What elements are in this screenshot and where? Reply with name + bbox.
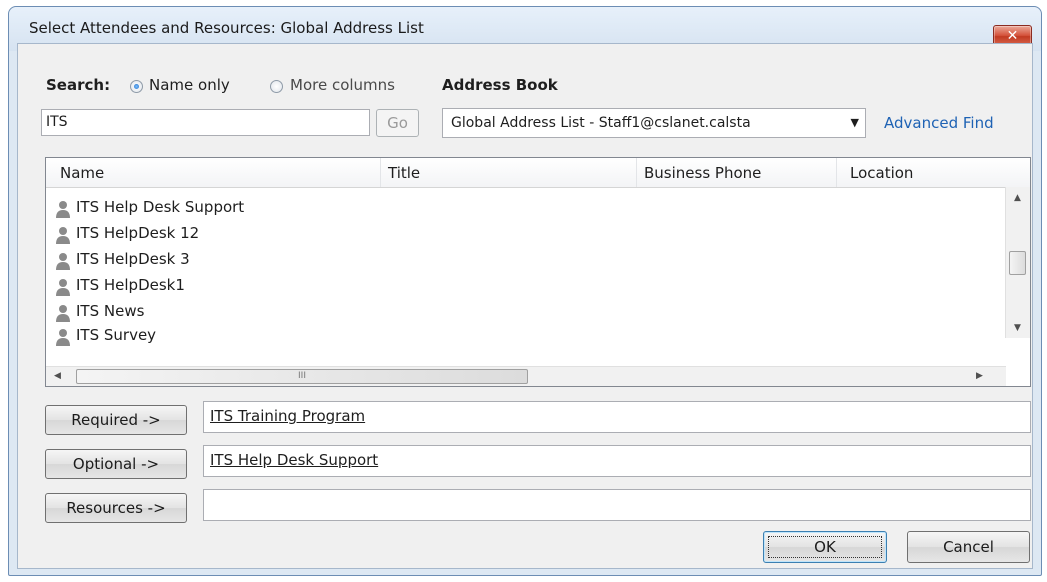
dialog-window: Select Attendees and Resources: Global A… [8, 6, 1042, 576]
close-icon: ✕ [1006, 28, 1019, 44]
person-icon [56, 329, 70, 346]
resources-field[interactable] [203, 489, 1031, 521]
more-columns-label[interactable]: More columns [290, 76, 395, 94]
list-item-name: ITS HelpDesk 12 [76, 224, 200, 242]
name-only-radio[interactable] [130, 80, 143, 93]
person-icon [56, 305, 70, 322]
required-attendee[interactable]: ITS Training Program [210, 407, 365, 425]
more-columns-radio[interactable] [270, 80, 283, 93]
chevron-down-icon: ▼ [850, 116, 859, 129]
scroll-right-icon[interactable]: ▶ [976, 371, 983, 381]
optional-attendee[interactable]: ITS Help Desk Support [210, 451, 378, 469]
optional-field[interactable]: ITS Help Desk Support [203, 445, 1031, 477]
scroll-left-icon[interactable]: ◀ [54, 371, 61, 381]
scroll-up-icon[interactable]: ▲ [1014, 193, 1021, 203]
search-input[interactable]: ITS [41, 109, 370, 136]
list-item-name: ITS HelpDesk1 [76, 276, 185, 294]
cancel-button[interactable]: Cancel [907, 531, 1030, 563]
resources-button[interactable]: Resources -> [45, 493, 187, 523]
address-book-label: Address Book [442, 76, 558, 94]
ok-button[interactable]: OK [763, 531, 887, 563]
name-only-label[interactable]: Name only [149, 76, 230, 94]
column-header-name[interactable]: Name [60, 164, 104, 182]
address-book-select[interactable]: Global Address List - Staff1@cslanet.cal… [442, 108, 866, 138]
address-book-value: Global Address List - Staff1@cslanet.cal… [451, 115, 751, 131]
vertical-scroll-thumb[interactable] [1009, 251, 1026, 275]
person-icon [56, 253, 70, 270]
vertical-scrollbar[interactable]: ▲ ▼ [1005, 187, 1030, 338]
dialog-body: Search: Name only More columns Address B… [17, 43, 1033, 569]
list-header: Name Title Business Phone Location [46, 158, 1030, 188]
person-icon [56, 201, 70, 218]
horizontal-scrollbar[interactable]: ◀ III ▶ [46, 366, 1006, 386]
person-icon [56, 227, 70, 244]
scroll-down-icon[interactable]: ▼ [1014, 323, 1021, 333]
search-label: Search: [46, 76, 111, 94]
go-button[interactable]: Go [376, 109, 419, 137]
advanced-find-link[interactable]: Advanced Find [884, 114, 994, 132]
list-item-name: ITS Survey [76, 326, 157, 344]
column-header-location[interactable]: Location [850, 164, 913, 182]
person-icon [56, 279, 70, 296]
horizontal-scroll-thumb[interactable]: III [76, 369, 528, 384]
column-header-title[interactable]: Title [388, 164, 420, 182]
dialog-title: Select Attendees and Resources: Global A… [29, 19, 424, 37]
list-item-name: ITS News [76, 302, 145, 320]
list-item-name: ITS HelpDesk 3 [76, 250, 190, 268]
required-field[interactable]: ITS Training Program [203, 401, 1031, 433]
list-item-name: ITS Help Desk Support [76, 198, 245, 216]
address-list: Name Title Business Phone Location ITS H… [45, 157, 1031, 387]
column-header-business-phone[interactable]: Business Phone [644, 164, 761, 182]
optional-button[interactable]: Optional -> [45, 449, 187, 479]
required-button[interactable]: Required -> [45, 405, 187, 435]
